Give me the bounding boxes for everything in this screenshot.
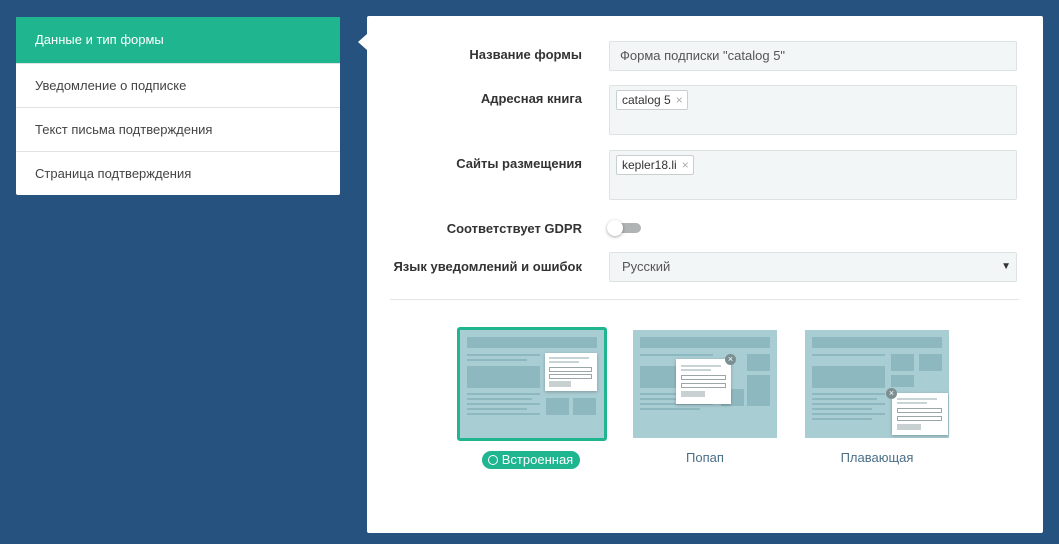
popup-close-icon: × <box>725 354 736 365</box>
form-type-embedded[interactable]: Встроенная <box>457 327 607 469</box>
site-tag-text: kepler18.li <box>622 158 677 172</box>
sites-label: Сайты размещения <box>456 156 582 171</box>
popup-form-shape <box>676 359 731 404</box>
gdpr-toggle[interactable] <box>607 220 641 236</box>
toggle-knob <box>607 220 623 236</box>
language-select[interactable]: Русский ▼ <box>609 252 1017 282</box>
form-type-floating[interactable]: × Плавающая <box>803 330 951 465</box>
floating-preview-card[interactable]: × <box>805 330 949 438</box>
language-select-value: Русский <box>622 259 671 274</box>
addressbook-tag: catalog 5 × <box>616 90 688 110</box>
sidebar-item-subscription-notice[interactable]: Уведомление о подписке <box>16 63 340 107</box>
popup-preview-card[interactable]: × <box>633 330 777 438</box>
form-name-input[interactable]: Форма подписки "catalog 5" <box>609 41 1017 71</box>
addressbook-label: Адресная книга <box>480 91 582 106</box>
embedded-label[interactable]: Встроенная <box>457 451 605 469</box>
sidebar-item-confirmation-page[interactable]: Страница подтверждения <box>16 151 340 195</box>
popup-label[interactable]: Попап <box>631 450 779 465</box>
floating-label[interactable]: Плавающая <box>803 450 951 465</box>
tag-remove-icon[interactable]: × <box>682 158 689 172</box>
sidebar-nav: Данные и тип формы Уведомление о подписк… <box>16 17 340 195</box>
floating-close-icon: × <box>886 388 897 399</box>
sidebar-item-confirmation-email[interactable]: Текст письма подтверждения <box>16 107 340 151</box>
form-name-label: Название формы <box>469 47 582 62</box>
addressbook-tag-input[interactable]: catalog 5 × <box>609 85 1017 135</box>
sidebar-item-form-data[interactable]: Данные и тип формы <box>16 17 340 63</box>
language-label: Язык уведомлений и ошибок <box>393 259 582 274</box>
site-tag: kepler18.li × <box>616 155 694 175</box>
form-settings-panel: Название формы Форма подписки "catalog 5… <box>367 16 1043 533</box>
sites-tag-input[interactable]: kepler18.li × <box>609 150 1017 200</box>
gdpr-label: Соответствует GDPR <box>446 221 582 236</box>
form-type-popup[interactable]: × Попап <box>631 330 779 465</box>
tag-remove-icon[interactable]: × <box>676 93 683 107</box>
embedded-form-shape <box>545 353 597 391</box>
embedded-preview-card[interactable] <box>457 327 607 441</box>
chevron-down-icon: ▼ <box>1001 261 1011 272</box>
panel-pointer <box>358 34 367 50</box>
section-divider <box>390 299 1019 300</box>
selected-badge: Встроенная <box>481 451 581 469</box>
floating-form-shape <box>892 393 948 435</box>
embedded-label-text: Встроенная <box>501 452 574 467</box>
addressbook-tag-text: catalog 5 <box>622 93 671 107</box>
radio-selected-icon <box>487 455 498 465</box>
